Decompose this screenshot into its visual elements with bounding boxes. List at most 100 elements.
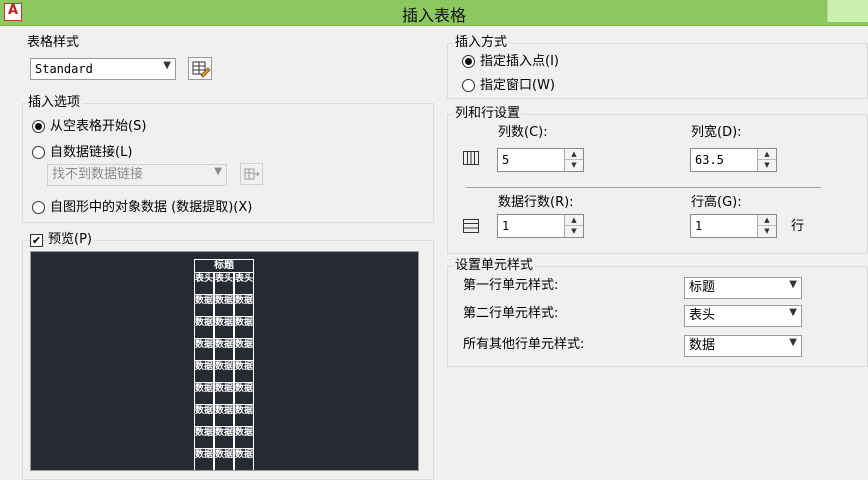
preview-data-cell: 数据: [234, 294, 254, 317]
table-style-select[interactable]: Standard ▼: [30, 58, 176, 80]
preview-data-cell: 数据: [194, 382, 214, 405]
radio-insertion-point[interactable]: [462, 55, 475, 68]
preview-data-cell: 数据: [214, 448, 234, 470]
preview-data-row: 数据 数据 数据: [194, 404, 254, 427]
other-rows-style-label: 所有其他行单元样式:: [463, 337, 585, 352]
preview-title-cell: 标题: [194, 259, 254, 273]
columns-value: 5: [502, 153, 510, 167]
settings-divider: [466, 187, 821, 188]
col-width-up-arrow-icon[interactable]: ▲: [758, 149, 776, 160]
preview-data-row: 数据 数据 数据: [194, 448, 254, 470]
col-width-down-arrow-icon[interactable]: ▼: [758, 160, 776, 171]
row-height-spinner[interactable]: 1 ▲ ▼: [690, 214, 777, 238]
preview-data-row: 数据 数据 数据: [194, 338, 254, 361]
row-height-up-arrow-icon[interactable]: ▲: [758, 215, 776, 226]
first-row-style-select[interactable]: 标题 ▼: [684, 277, 802, 299]
radio-insertion-point-label[interactable]: 指定插入点(I): [480, 54, 559, 70]
columns-spinner[interactable]: 5 ▲ ▼: [497, 148, 584, 172]
datalink-value: 找不到数据链接: [52, 167, 144, 182]
preview-data-cell: 数据: [214, 294, 234, 317]
datalink-icon: [244, 168, 260, 180]
preview-data-cell: 数据: [214, 470, 234, 471]
row-height-value: 1: [695, 219, 703, 233]
columns-label: 列数(C):: [498, 125, 548, 140]
cell-styles-label: 设置单元样式: [453, 258, 536, 274]
preview-data-cell: 数据: [234, 426, 254, 449]
preview-data-cell: 数据: [234, 448, 254, 470]
datalink-manager-button[interactable]: [240, 163, 263, 185]
preview-data-row: 数据 数据 数据: [194, 360, 254, 383]
close-button[interactable]: [827, 0, 868, 22]
radio-from-datalink[interactable]: [32, 146, 45, 159]
preview-data-row: 数据 数据 数据: [194, 316, 254, 339]
data-rows-down-arrow-icon[interactable]: ▼: [565, 226, 583, 237]
preview-data-cell: 数据: [194, 316, 214, 339]
edit-table-style-icon: [192, 61, 211, 78]
preview-data-cell: 数据: [214, 316, 234, 339]
insert-options-label: 插入选项: [26, 95, 83, 111]
data-rows-spinner[interactable]: 1 ▲ ▼: [497, 214, 584, 238]
preview-header-cell: 表头: [214, 272, 234, 295]
preview-table: 标题 表头 表头 表头 数据 数据 数据 数据 数据 数据 数据 数据 数据 数据 数据 数据 数据 数据 数据数…: [194, 259, 254, 471]
preview-data-cell: 数据: [194, 470, 214, 471]
other-rows-style-select[interactable]: 数据 ▼: [684, 335, 802, 357]
title-bar: 插入表格: [0, 0, 868, 26]
preview-data-row: 数据 数据 数据: [194, 382, 254, 405]
radio-from-datalink-label[interactable]: 自数据链接(L): [50, 145, 132, 161]
radio-from-object-data[interactable]: [32, 201, 45, 214]
second-row-style-select[interactable]: 表头 ▼: [684, 305, 802, 327]
radio-start-empty[interactable]: [32, 120, 45, 133]
preview-data-cell: 数据: [194, 294, 214, 317]
preview-header-cell: 表头: [234, 272, 254, 295]
row-col-settings-label: 列和行设置: [453, 106, 523, 122]
columns-icon: [463, 151, 479, 165]
chevron-down-icon: ▼: [789, 307, 797, 318]
preview-data-cell: 数据: [234, 316, 254, 339]
radio-from-object-data-label[interactable]: 自图形中的对象数据 (数据提取)(X): [50, 200, 252, 216]
preview-data-cell: 数据: [234, 360, 254, 383]
other-rows-style-value: 数据: [689, 338, 716, 353]
first-row-style-value: 标题: [689, 280, 716, 295]
preview-data-cell: 数据: [234, 338, 254, 361]
preview-data-cell: 数据: [214, 338, 234, 361]
second-row-style-value: 表头: [689, 308, 716, 323]
launch-table-style-dialog-button[interactable]: [188, 57, 212, 80]
row-height-down-arrow-icon[interactable]: ▼: [758, 226, 776, 237]
preview-data-cell: 数据: [214, 404, 234, 427]
table-preview: 标题 表头 表头 表头 数据 数据 数据 数据 数据 数据 数据 数据 数据 数据 数据 数据 数据 数据 数据数…: [30, 251, 419, 471]
preview-data-cell: 数据: [214, 426, 234, 449]
preview-checkbox[interactable]: ✔: [30, 234, 43, 247]
second-row-style-label: 第二行单元样式:: [463, 306, 559, 321]
preview-data-cell: 数据: [194, 404, 214, 427]
preview-data-cell: 数据: [194, 338, 214, 361]
col-width-spinner[interactable]: 63.5 ▲ ▼: [690, 148, 777, 172]
chevron-down-icon: ▼: [789, 279, 797, 290]
preview-data-cell: 数据: [214, 382, 234, 405]
preview-header-row: 表头 表头 表头: [194, 272, 254, 295]
col-width-value: 63.5: [695, 153, 724, 167]
radio-window[interactable]: [462, 79, 475, 92]
preview-data-cell: 数据: [194, 360, 214, 383]
preview-data-cell: 数据: [234, 470, 254, 471]
chevron-down-icon: ▼: [789, 337, 797, 348]
insert-method-label: 插入方式: [453, 35, 510, 51]
preview-data-cell: 数据: [234, 404, 254, 427]
window-title: 插入表格: [401, 6, 466, 25]
row-unit-label: 行: [791, 219, 805, 234]
data-rows-up-arrow-icon[interactable]: ▲: [565, 215, 583, 226]
col-width-label: 列宽(D):: [691, 125, 742, 140]
columns-up-arrow-icon[interactable]: ▲: [565, 149, 583, 160]
preview-header-cell: 表头: [194, 272, 214, 295]
preview-data-row: 数据 数据 数据: [194, 294, 254, 317]
radio-start-empty-label[interactable]: 从空表格开始(S): [50, 119, 146, 135]
row-height-label: 行高(G):: [691, 195, 742, 210]
preview-data-cell: 数据: [234, 382, 254, 405]
data-rows-value: 1: [502, 219, 510, 233]
rows-icon: [463, 219, 479, 233]
preview-data-cell: 数据: [214, 360, 234, 383]
first-row-style-label: 第一行单元样式:: [463, 278, 559, 293]
datalink-select[interactable]: 找不到数据链接 ▼: [47, 164, 227, 186]
preview-checkbox-label[interactable]: 预览(P): [46, 232, 94, 248]
columns-down-arrow-icon[interactable]: ▼: [565, 160, 583, 171]
radio-window-label[interactable]: 指定窗口(W): [480, 78, 555, 94]
